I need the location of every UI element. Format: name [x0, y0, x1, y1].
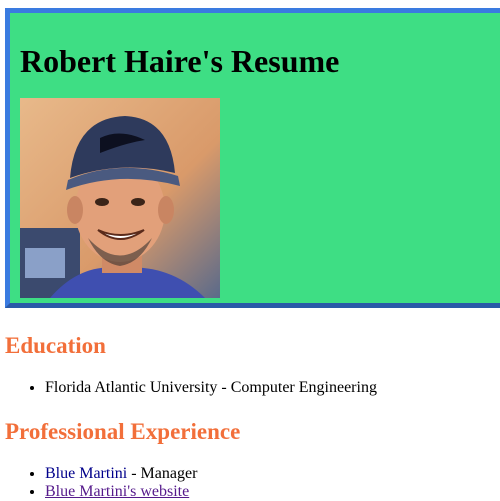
resume-header-banner: Robert Haire's Resume — [5, 8, 500, 308]
education-item: Florida Atlantic University - Computer E… — [45, 379, 377, 397]
role-text: - Manager — [127, 465, 198, 482]
page-title: Robert Haire's Resume — [20, 43, 340, 79]
education-list: Florida Atlantic University - Computer E… — [0, 379, 377, 397]
profile-photo — [20, 98, 220, 298]
website-item: Blue Martini's website — [45, 483, 197, 501]
company-website-link[interactable]: Blue Martini's website — [45, 483, 189, 500]
experience-item: Blue Martini - Manager — [45, 465, 197, 483]
education-heading: Education — [5, 333, 106, 358]
company-name: Blue Martini — [45, 465, 128, 482]
profile-photo-icon — [20, 98, 220, 298]
experience-list: Blue Martini - Manager Blue Martini's we… — [0, 465, 197, 501]
experience-heading: Professional Experience — [5, 419, 241, 444]
